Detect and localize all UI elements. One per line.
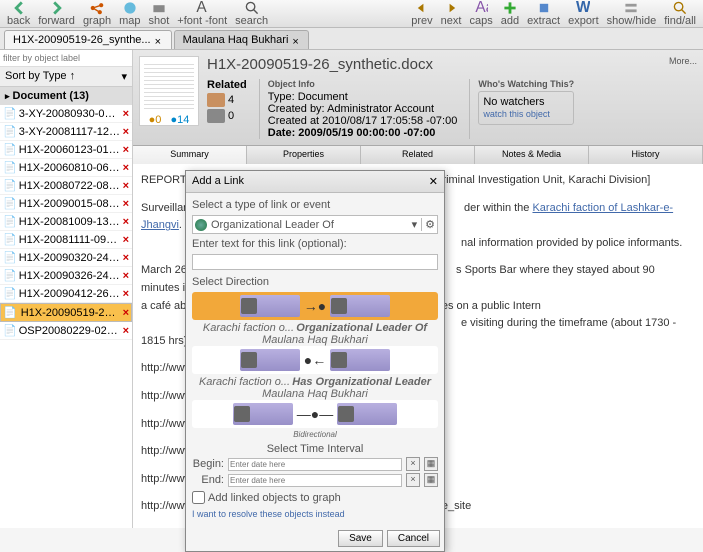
export-button[interactable]: Wexport <box>565 0 602 28</box>
remove-icon[interactable]: × <box>123 198 129 210</box>
add-to-graph-checkbox[interactable] <box>192 491 205 504</box>
direction-forward[interactable]: →● <box>192 292 438 320</box>
main-toolbar: back forward graph map shot A+font -font… <box>0 0 703 28</box>
list-item[interactable]: 📄3-XY-20081117-12_synthetic.docx× <box>0 123 132 141</box>
shot-button[interactable]: shot <box>145 0 172 28</box>
begin-date-input[interactable] <box>228 458 402 471</box>
svg-text:Aa: Aa <box>475 1 488 15</box>
remove-icon[interactable]: × <box>123 234 129 246</box>
remove-icon[interactable]: × <box>123 307 129 319</box>
remove-icon[interactable]: × <box>123 180 129 192</box>
filter-label[interactable]: filter by object label <box>0 50 132 67</box>
forward-button[interactable]: forward <box>35 0 78 28</box>
tab-notes[interactable]: Notes & Media <box>475 146 589 164</box>
svg-text:W: W <box>576 1 590 15</box>
font-button[interactable]: A+font -font <box>174 0 230 28</box>
cal-end-icon[interactable]: ▦ <box>424 473 438 487</box>
object-header: ●0●14 H1X-20090519-26_synthetic.docx Rel… <box>133 50 703 146</box>
direction-reverse[interactable]: ●← <box>192 346 438 374</box>
dialog-title: Add a Link <box>192 175 244 188</box>
cal-begin-icon[interactable]: ▦ <box>424 457 438 471</box>
tab-history[interactable]: History <box>589 146 703 164</box>
list-item[interactable]: 📄H1X-20090326-24_synthetic.docx× <box>0 267 132 285</box>
tab-summary[interactable]: Summary <box>133 146 247 164</box>
clear-begin[interactable]: × <box>406 457 420 471</box>
link-text-input[interactable] <box>192 254 438 270</box>
remove-icon[interactable]: × <box>123 144 129 156</box>
sidebar: filter by object label Sort by Type ↑▾ ▸… <box>0 50 133 528</box>
find-button[interactable]: find/all <box>661 0 699 28</box>
add-link-dialog: Add a Link✕ Select a type of link or eve… <box>185 170 445 552</box>
search-button[interactable]: search <box>232 0 271 28</box>
sort-selector[interactable]: Sort by Type ↑▾ <box>0 67 132 87</box>
remove-icon[interactable]: × <box>123 288 129 300</box>
map-button[interactable]: map <box>116 0 143 28</box>
tab-document[interactable]: H1X-20090519-26_synthe...× <box>4 30 172 49</box>
list-item[interactable]: 📄H1X-20090412-26_synthetic.docx× <box>0 285 132 303</box>
cancel-button[interactable]: Cancel <box>387 530 440 547</box>
related-box: Related 4 0 <box>207 79 247 139</box>
tab-related[interactable]: Related <box>361 146 475 164</box>
page-title: H1X-20090519-26_synthetic.docx <box>207 56 697 73</box>
close-icon[interactable]: × <box>292 36 300 44</box>
remove-icon[interactable]: × <box>123 126 129 138</box>
close-icon[interactable]: × <box>155 36 163 44</box>
remove-icon[interactable]: × <box>123 108 129 120</box>
remove-icon[interactable]: × <box>123 162 129 174</box>
tab-bar: H1X-20090519-26_synthe...× Maulana Haq B… <box>0 28 703 50</box>
extract-button[interactable]: extract <box>524 0 563 28</box>
save-button[interactable]: Save <box>338 530 383 547</box>
end-date-input[interactable] <box>228 474 402 487</box>
list-item[interactable]: 📄H1X-20081009-13_synthetic.docx× <box>0 213 132 231</box>
object-info: Object Info Type: Document Created by: A… <box>259 79 458 139</box>
prev-button[interactable]: prev <box>408 0 435 28</box>
add-button[interactable]: add <box>498 0 522 28</box>
remove-icon[interactable]: × <box>123 252 129 264</box>
list-item[interactable]: 📄H1X-20060810-06_synthetic.docx× <box>0 159 132 177</box>
tab-properties[interactable]: Properties <box>247 146 361 164</box>
list-item[interactable]: 📄H1X-20090320-24_synthetic.docx× <box>0 249 132 267</box>
caps-button[interactable]: Aacaps <box>466 0 495 28</box>
list-item[interactable]: 📄H1X-20081111-09_synthetic.docx× <box>0 231 132 249</box>
list-item[interactable]: 📄H1X-20080722-08_synthetic.docx× <box>0 177 132 195</box>
doc-group-header[interactable]: ▸ Document (13) <box>0 87 132 105</box>
direction-both[interactable]: —●— <box>192 400 438 428</box>
clear-end[interactable]: × <box>406 473 420 487</box>
remove-icon[interactable]: × <box>123 216 129 228</box>
next-button[interactable]: next <box>438 0 465 28</box>
watch-link[interactable]: watch this object <box>483 109 550 119</box>
back-button[interactable]: back <box>4 0 33 28</box>
remove-icon[interactable]: × <box>123 325 129 337</box>
watching-box: Who's Watching This? No watchers watch t… <box>469 79 574 139</box>
globe-icon <box>195 219 207 231</box>
list-item[interactable]: 📄OSP20080229-02_synthetic.docx× <box>0 322 132 340</box>
svg-text:A: A <box>197 1 208 15</box>
list-item[interactable]: 📄H1X-20060123-01_synthetic.docx× <box>0 141 132 159</box>
close-icon[interactable]: ✕ <box>429 175 438 188</box>
link-type-select[interactable]: Organizational Leader Of▾⚙ <box>192 215 438 234</box>
showhide-button[interactable]: show/hide <box>604 0 660 28</box>
document-list: 📄3-XY-20080930-02_synthetic.docx×📄3-XY-2… <box>0 105 132 528</box>
tab-person[interactable]: Maulana Haq Bukhari× <box>174 30 310 49</box>
more-link[interactable]: More... <box>669 56 697 66</box>
thumbnail: ●0●14 <box>139 56 199 126</box>
subtabs: Summary Properties Related Notes & Media… <box>133 146 703 164</box>
graph-button[interactable]: graph <box>80 0 114 28</box>
list-item[interactable]: 📄H1X-20090015-08_synthetic.docx× <box>0 195 132 213</box>
remove-icon[interactable]: × <box>123 270 129 282</box>
resolve-link[interactable]: I want to resolve these objects instead <box>192 509 345 519</box>
list-item[interactable]: 📄3-XY-20080930-02_synthetic.docx× <box>0 105 132 123</box>
list-item[interactable]: 📄H1X-20090519-26_synthetic.docx× <box>0 303 132 322</box>
